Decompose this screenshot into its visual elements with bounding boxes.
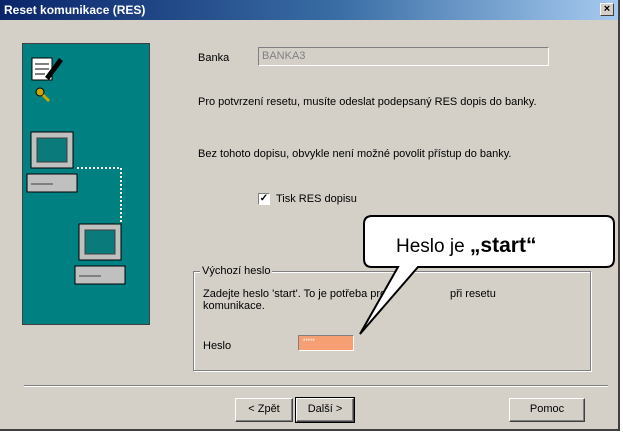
password-callout: Heslo je „start“: [359, 215, 615, 335]
callout-text: Heslo je „start“: [396, 234, 536, 257]
